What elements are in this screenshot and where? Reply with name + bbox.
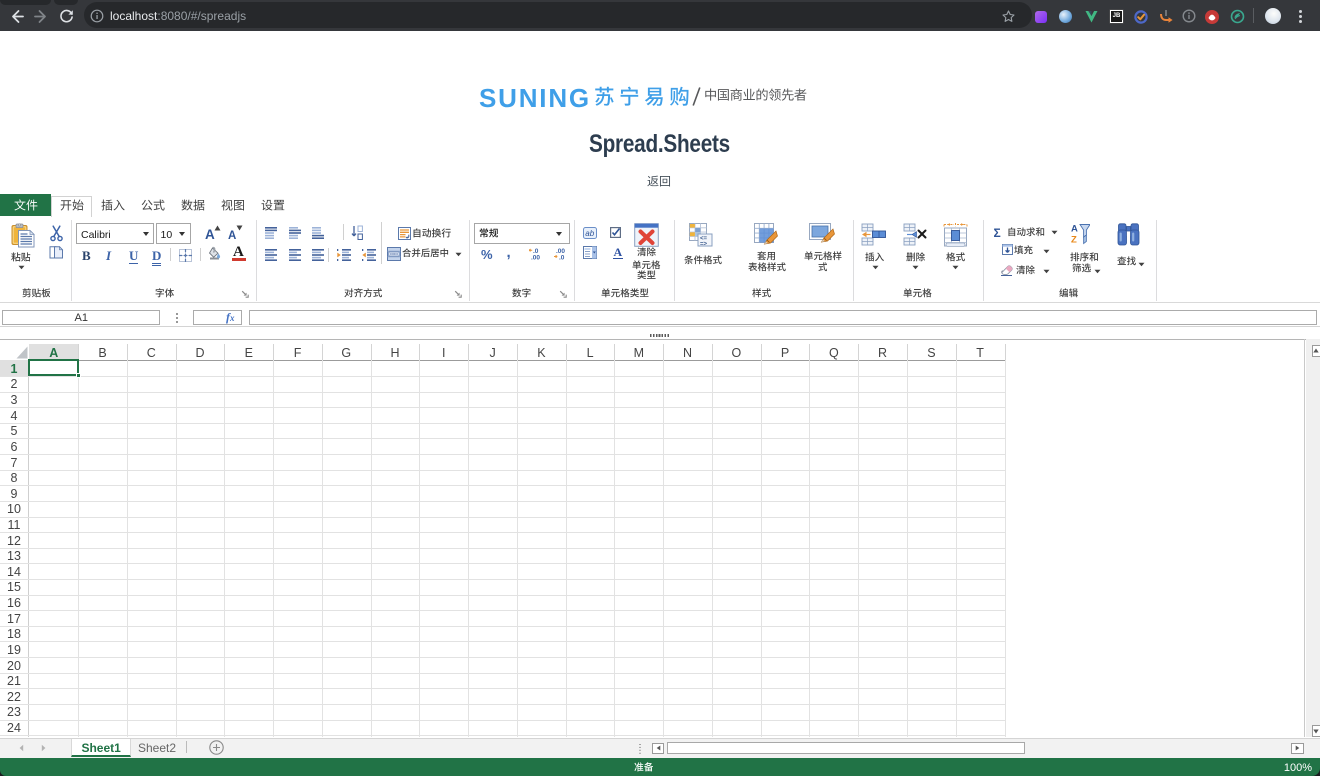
svg-text:Z: Z bbox=[1071, 234, 1077, 245]
svg-text:=>: => bbox=[700, 241, 708, 247]
svg-text:A: A bbox=[1071, 223, 1078, 234]
svg-text:.00: .00 bbox=[531, 255, 540, 261]
svg-text:.0: .0 bbox=[559, 255, 565, 261]
